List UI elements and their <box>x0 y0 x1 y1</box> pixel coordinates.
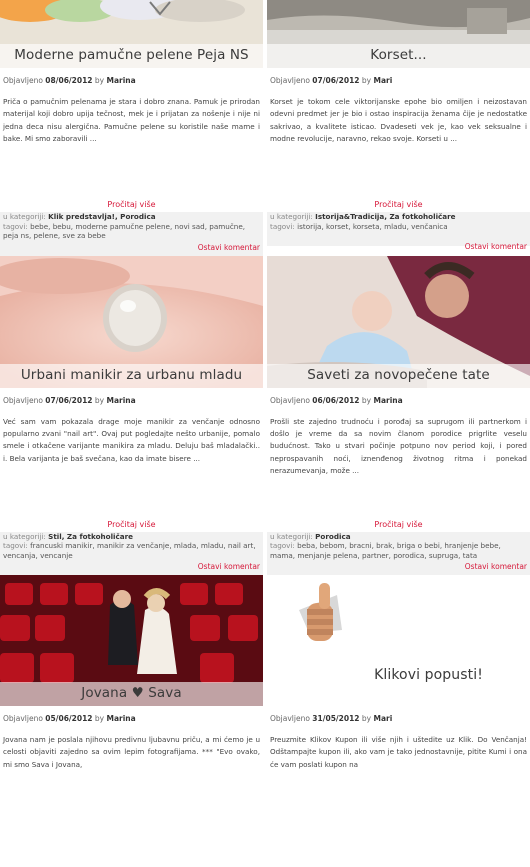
leave-comment-link[interactable]: Ostavi komentar <box>267 231 530 251</box>
meta-prefix: Objavljeno <box>3 714 43 723</box>
leave-comment-link[interactable]: Ostavi komentar <box>0 560 263 575</box>
post-excerpt: Korset je tokom cele viktorijanske epohe… <box>270 97 527 144</box>
leave-comment-link[interactable]: Ostavi komentar <box>267 560 530 575</box>
post-author[interactable]: Mari <box>374 76 393 85</box>
post-thumbnail[interactable]: Klikovi popusti! <box>267 575 530 706</box>
meta-by: by <box>94 714 105 723</box>
post-meta: Objavljeno 31/05/2012 by Mari <box>267 706 530 728</box>
post-excerpt: Prošli ste zajedno trudnoću i porođaj sa… <box>270 416 527 476</box>
post-title[interactable]: Urbani manikir za urbanu mladu <box>0 363 263 388</box>
read-more-link[interactable]: Pročitaj više <box>267 200 530 212</box>
post-author[interactable]: Marina <box>107 396 136 405</box>
meta-prefix: Objavljeno <box>3 395 43 405</box>
meta-by: by <box>94 76 105 85</box>
post-card: Moderne pamučne pelene Peja NS Objavljen… <box>0 0 263 256</box>
post-author[interactable]: Marina <box>107 76 136 85</box>
post-thumbnail[interactable]: Saveti za novopečene tate <box>267 255 530 388</box>
post-title[interactable]: Saveti za novopečene tate <box>267 363 530 388</box>
post-tags: tagovi: beba, bebom, bracni, brak, briga… <box>267 541 530 560</box>
post-categories: u kategoriji: Stil, Za fotkoholičare <box>0 531 263 541</box>
post-author[interactable]: Mari <box>374 714 393 723</box>
categories-label: u kategoriji: <box>3 531 46 541</box>
tags-links[interactable]: bebe, bebu, moderne pamučne pelene, novi… <box>3 222 245 241</box>
post-date: 31/05/2012 <box>312 714 360 723</box>
categories-label: u kategoriji: <box>270 531 313 541</box>
post-categories: u kategoriji: Klik predstavlja!, Porodic… <box>0 212 263 222</box>
post-categories: u kategoriji: Istorija&Tradicija, Za fot… <box>267 212 530 222</box>
categories-links[interactable]: Stil, Za fotkoholičare <box>48 532 133 541</box>
post-thumbnail[interactable]: Korset... <box>267 0 530 68</box>
categories-links[interactable]: Klik predstavlja!, Porodica <box>48 212 155 221</box>
post-thumbnail[interactable]: Jovana ♥ Sava <box>0 575 263 706</box>
post-meta: Objavljeno 08/06/2012 by Marina <box>0 68 263 90</box>
categories-label: u kategoriji: <box>270 212 313 221</box>
read-more-link[interactable]: Pročitaj više <box>0 520 263 532</box>
post-date: 05/06/2012 <box>45 714 93 723</box>
post-card: Saveti za novopečene tate Objavljeno 06/… <box>267 255 530 575</box>
post-author[interactable]: Marina <box>374 396 403 405</box>
post-card: Urbani manikir za urbanu mladu Objavljen… <box>0 255 263 575</box>
post-thumbnail[interactable]: Urbani manikir za urbanu mladu <box>0 255 263 388</box>
post-title[interactable]: Korset... <box>267 44 530 68</box>
categories-links[interactable]: Porodica <box>315 532 350 541</box>
post-date: 07/06/2012 <box>312 76 360 85</box>
posts-grid: Moderne pamučne pelene Peja NS Objavljen… <box>0 0 530 838</box>
tags-label: tagovi: <box>270 221 295 231</box>
post-meta: Objavljeno 05/06/2012 by Marina <box>0 706 263 728</box>
post-meta: Objavljeno 07/06/2012 by Marina <box>0 388 263 410</box>
tags-links[interactable]: beba, bebom, bracni, brak, briga o bebi,… <box>270 541 501 560</box>
meta-prefix: Objavljeno <box>270 76 310 85</box>
post-title-text[interactable]: Jovana ♥ Sava <box>81 685 181 701</box>
post-tags: tagovi: istorija, korset, korseta, mladu… <box>267 221 530 231</box>
meta-prefix: Objavljeno <box>3 76 43 85</box>
read-more-link[interactable]: Pročitaj više <box>0 200 263 212</box>
post-title[interactable]: Klikovi popusti! <box>327 664 530 688</box>
tags-links[interactable]: istorija, korset, korseta, mladu, venčan… <box>297 222 448 231</box>
post-meta: Objavljeno 07/06/2012 by Mari <box>267 68 530 90</box>
post-excerpt: Preuzmite Klikov Kupon ili više njih i u… <box>270 735 527 769</box>
post-thumbnail[interactable]: Moderne pamučne pelene Peja NS <box>0 0 263 68</box>
post-categories: u kategoriji: Porodica <box>267 531 530 541</box>
post-title[interactable]: Moderne pamučne pelene Peja NS <box>0 44 263 68</box>
meta-by: by <box>361 714 372 723</box>
post-date: 06/06/2012 <box>312 395 360 405</box>
tags-label: tagovi: <box>270 541 295 550</box>
meta-prefix: Objavljeno <box>270 714 310 723</box>
post-title[interactable]: Jovana ♥ Sava <box>0 682 263 706</box>
meta-by: by <box>361 395 372 405</box>
categories-label: u kategoriji: <box>3 212 46 221</box>
tags-links[interactable]: francuski manikir, manikir za venčanje, … <box>3 541 256 560</box>
post-author[interactable]: Marina <box>107 714 136 723</box>
post-card: Klikovi popusti! Objavljeno 31/05/2012 b… <box>267 575 530 838</box>
post-date: 08/06/2012 <box>45 76 93 85</box>
leave-comment-link[interactable]: Ostavi komentar <box>0 240 263 256</box>
tags-label: tagovi: <box>3 541 28 550</box>
post-excerpt: Priča o pamučnim pelenama je stara i dob… <box>3 97 260 144</box>
post-date: 07/06/2012 <box>45 395 93 405</box>
post-meta: Objavljeno 06/06/2012 by Marina <box>267 388 530 410</box>
post-excerpt: Već sam vam pokazala drage moje manikir … <box>3 416 260 463</box>
post-card: Jovana ♥ Sava Objavljeno 05/06/2012 by M… <box>0 575 263 838</box>
meta-by: by <box>361 76 372 85</box>
read-more-link[interactable]: Pročitaj više <box>267 520 530 532</box>
meta-prefix: Objavljeno <box>270 395 310 405</box>
post-tags: tagovi: bebe, bebu, moderne pamučne pele… <box>0 221 263 241</box>
meta-by: by <box>94 395 105 405</box>
post-card: Korset... Objavljeno 07/06/2012 by Mari … <box>267 0 530 256</box>
post-excerpt: Jovana nam je poslala njihovu predivnu l… <box>3 735 260 769</box>
post-tags: tagovi: francuski manikir, manikir za ve… <box>0 541 263 560</box>
tags-label: tagovi: <box>3 221 28 231</box>
categories-links[interactable]: Istorija&Tradicija, Za fotkoholičare <box>315 212 455 221</box>
